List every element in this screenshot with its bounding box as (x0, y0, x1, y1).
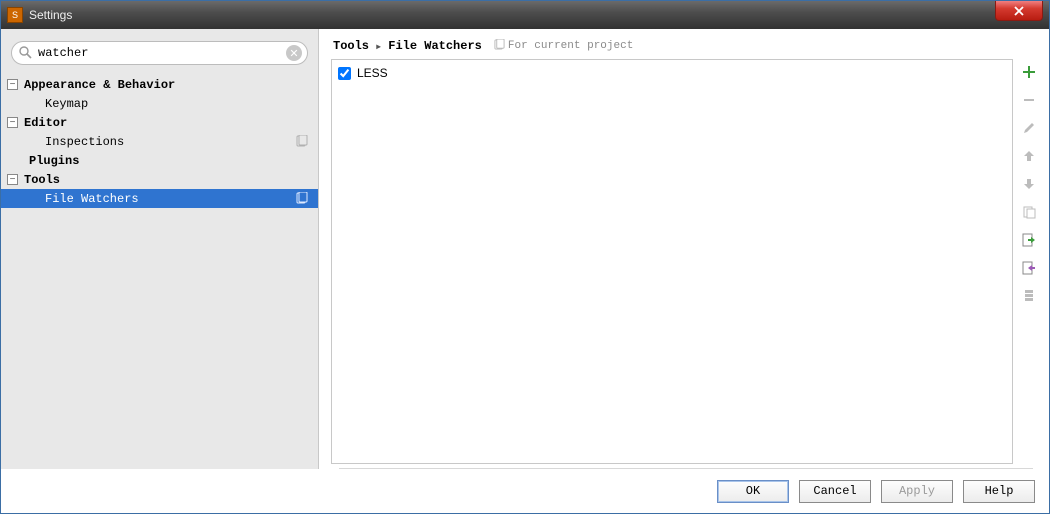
remove-button[interactable] (1020, 91, 1038, 109)
cancel-button[interactable]: Cancel (799, 480, 871, 503)
tree-item-tools[interactable]: − Tools (1, 170, 318, 189)
collapse-icon[interactable]: − (7, 79, 18, 90)
titlebar[interactable]: S Settings (1, 1, 1049, 29)
watchers-list[interactable]: LESS (331, 59, 1013, 464)
help-button[interactable]: Help (963, 480, 1035, 503)
breadcrumb-tools[interactable]: Tools (333, 39, 369, 53)
breadcrumb-file-watchers: File Watchers (388, 39, 482, 53)
arrow-up-icon (1023, 150, 1035, 162)
tree-item-file-watchers[interactable]: File Watchers (1, 189, 318, 208)
breadcrumb: Tools ▸ File Watchers For current projec… (331, 37, 1041, 59)
plus-icon (1022, 65, 1036, 79)
stack-icon (1023, 289, 1035, 303)
chevron-right-icon: ▸ (375, 39, 382, 54)
arrow-down-icon (1023, 178, 1035, 190)
watcher-name: LESS (357, 66, 388, 80)
tree-label: Tools (24, 173, 60, 187)
tree-item-plugins[interactable]: Plugins (1, 151, 318, 170)
search-field-wrap: ✕ (11, 41, 308, 65)
window-title: Settings (29, 8, 72, 22)
edit-button[interactable] (1020, 119, 1038, 137)
settings-window: S Settings ✕ − Appearance & Behavior (0, 0, 1050, 514)
tree-item-keymap[interactable]: Keymap (1, 94, 318, 113)
copy-icon (1023, 206, 1036, 219)
dialog-footer: OK Cancel Apply Help (1, 469, 1049, 513)
minus-icon (1022, 93, 1036, 107)
tree-item-appearance-behavior[interactable]: − Appearance & Behavior (1, 75, 318, 94)
export-icon (1022, 261, 1036, 275)
tree-label: Editor (24, 116, 67, 130)
import-button[interactable] (1020, 231, 1038, 249)
tree-label: Appearance & Behavior (24, 78, 175, 92)
copy-button[interactable] (1020, 203, 1038, 221)
import-icon (1022, 233, 1036, 247)
search-icon (19, 46, 32, 63)
search-input[interactable] (11, 41, 308, 65)
tree-label: Keymap (45, 97, 88, 111)
project-scope-icon (494, 39, 505, 54)
project-scope-icon (296, 192, 308, 208)
watcher-enabled-checkbox[interactable] (338, 67, 351, 80)
ok-button[interactable]: OK (717, 480, 789, 503)
tree-label: File Watchers (45, 192, 139, 206)
project-scope-icon (296, 135, 308, 151)
tree-item-editor[interactable]: − Editor (1, 113, 318, 132)
move-up-button[interactable] (1020, 147, 1038, 165)
clear-search-button[interactable]: ✕ (286, 45, 302, 61)
settings-tree: − Appearance & Behavior Keymap − Editor … (1, 73, 318, 210)
main-panel: Tools ▸ File Watchers For current projec… (319, 29, 1049, 469)
export-button[interactable] (1020, 259, 1038, 277)
app-icon: S (7, 7, 23, 23)
pencil-icon (1022, 121, 1036, 135)
collapse-icon[interactable]: − (7, 174, 18, 185)
watcher-row-less[interactable]: LESS (338, 64, 1006, 82)
project-scope-label: For current project (494, 39, 633, 54)
dialog-body: ✕ − Appearance & Behavior Keymap − Edito… (1, 29, 1049, 513)
close-button[interactable] (995, 1, 1043, 21)
tree-item-inspections[interactable]: Inspections (1, 132, 318, 151)
tree-label: Inspections (45, 135, 124, 149)
level-button[interactable] (1020, 287, 1038, 305)
tree-label: Plugins (29, 154, 79, 168)
collapse-icon[interactable]: − (7, 117, 18, 128)
close-icon (1013, 6, 1025, 16)
add-button[interactable] (1020, 63, 1038, 81)
sidebar: ✕ − Appearance & Behavior Keymap − Edito… (1, 29, 319, 469)
move-down-button[interactable] (1020, 175, 1038, 193)
scope-text: For current project (508, 40, 633, 52)
apply-button[interactable]: Apply (881, 480, 953, 503)
list-toolbar (1017, 59, 1041, 464)
